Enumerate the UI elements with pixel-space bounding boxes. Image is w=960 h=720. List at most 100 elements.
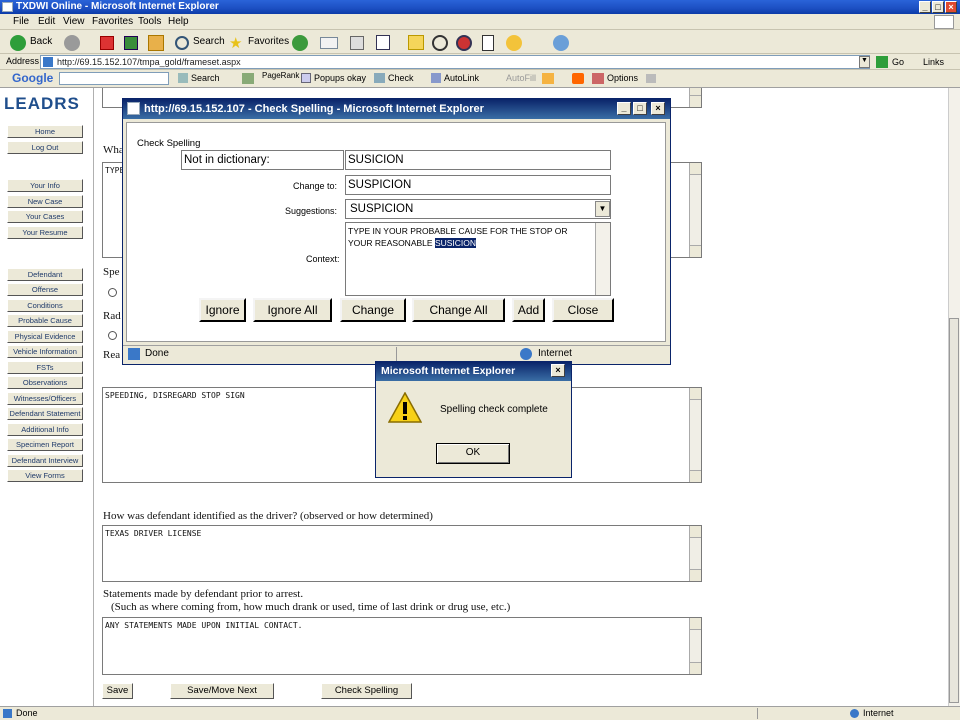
search-button[interactable]: Search bbox=[193, 33, 225, 51]
pagerank-label[interactable]: PageRank bbox=[262, 71, 299, 80]
warning-icon bbox=[388, 392, 422, 423]
nav-additional-info[interactable]: Additional Info bbox=[7, 423, 83, 436]
options-button[interactable]: Options bbox=[607, 73, 638, 83]
nav-defendant[interactable]: Defendant bbox=[7, 268, 83, 281]
forward-arrow-icon[interactable] bbox=[64, 35, 80, 51]
options-icon bbox=[592, 73, 604, 84]
smiley-icon[interactable] bbox=[506, 35, 522, 51]
autofill-button[interactable]: AutoFill bbox=[506, 73, 536, 83]
radar-radio[interactable] bbox=[108, 331, 117, 340]
close-button[interactable]: × bbox=[945, 1, 957, 13]
speed-radio[interactable] bbox=[108, 288, 117, 297]
refresh-icon[interactable] bbox=[124, 36, 138, 50]
ignore-button[interactable]: Ignore bbox=[199, 298, 246, 322]
mail-icon[interactable] bbox=[320, 37, 338, 49]
save-button[interactable]: Save bbox=[102, 683, 133, 699]
nav-offense[interactable]: Offense bbox=[7, 283, 83, 296]
spell-status-panels bbox=[396, 347, 516, 361]
blogger-icon[interactable] bbox=[572, 73, 584, 84]
go-arrow-icon[interactable] bbox=[876, 56, 888, 68]
context-scrollbar[interactable] bbox=[595, 223, 610, 295]
folder-icon[interactable] bbox=[408, 35, 424, 50]
menu-view[interactable]: View bbox=[63, 16, 85, 27]
menu-tools[interactable]: Tools bbox=[138, 16, 161, 27]
print-icon[interactable] bbox=[350, 36, 364, 50]
ignore-all-button[interactable]: Ignore All bbox=[253, 298, 332, 322]
spell-dialog-minimize-button[interactable]: _ bbox=[617, 102, 631, 115]
context-box[interactable]: TYPE IN YOUR PROBABLE CAUSE FOR THE STOP… bbox=[345, 222, 611, 296]
minimize-button[interactable]: _ bbox=[919, 1, 931, 13]
go-button[interactable]: Go bbox=[892, 57, 904, 67]
nav-home[interactable]: Home bbox=[7, 125, 83, 138]
nav-fsts[interactable]: FSTs bbox=[7, 361, 83, 374]
messenger-icon[interactable] bbox=[456, 35, 472, 51]
edit-word-icon[interactable] bbox=[376, 35, 390, 50]
history-icon[interactable] bbox=[292, 35, 308, 51]
change-button[interactable]: Change bbox=[340, 298, 406, 322]
change-to-label: Change to: bbox=[293, 181, 338, 191]
address-input[interactable]: http://69.15.152.107/tmpa_gold/frameset.… bbox=[40, 55, 870, 69]
nav-physical-evidence[interactable]: Physical Evidence bbox=[7, 330, 83, 343]
search-icon[interactable] bbox=[175, 36, 189, 50]
statements-textarea[interactable]: ANY STATEMENTS MADE UPON INITIAL CONTACT… bbox=[102, 617, 702, 675]
change-to-input[interactable]: SUSPICION bbox=[345, 175, 611, 195]
add-button[interactable]: Add bbox=[512, 298, 545, 322]
google-search-icon[interactable] bbox=[178, 73, 188, 83]
menu-file[interactable]: File bbox=[13, 16, 29, 27]
stop-icon[interactable] bbox=[100, 36, 114, 50]
nav-probable-cause[interactable]: Probable Cause bbox=[7, 314, 83, 327]
highlighter-icon[interactable] bbox=[646, 74, 656, 83]
change-all-button[interactable]: Change All bbox=[412, 298, 505, 322]
nav-conditions[interactable]: Conditions bbox=[7, 299, 83, 312]
links-button[interactable]: Links bbox=[923, 57, 944, 67]
phone-icon[interactable] bbox=[482, 35, 494, 51]
nav-defendant-interview[interactable]: Defendant Interview bbox=[7, 454, 83, 467]
address-dropdown-icon[interactable]: ▼ bbox=[859, 56, 870, 68]
autolink-button[interactable]: AutoLink bbox=[444, 73, 479, 83]
alert-close-button[interactable]: × bbox=[551, 364, 565, 377]
leadrs-logo: LEADRS bbox=[4, 94, 80, 113]
autolink-icon bbox=[431, 73, 441, 83]
nav-new-case[interactable]: New Case bbox=[7, 195, 83, 208]
bookmark-icon[interactable] bbox=[542, 73, 554, 84]
nav-your-cases[interactable]: Your Cases bbox=[7, 210, 83, 223]
favorites-button[interactable]: Favorites bbox=[248, 33, 289, 51]
check-spelling-button[interactable]: Check Spelling bbox=[321, 683, 412, 699]
page-scrollbar-thumb[interactable] bbox=[949, 318, 959, 703]
suggestions-dropdown-icon[interactable]: ▼ bbox=[595, 201, 610, 217]
nav-witnesses-officers[interactable]: Witnesses/Officers bbox=[7, 392, 83, 405]
favorites-star-icon[interactable]: ★ bbox=[229, 34, 242, 52]
menu-favorites[interactable]: Favorites bbox=[92, 16, 133, 27]
google-search-input[interactable] bbox=[59, 72, 169, 85]
nav-specimen-report[interactable]: Specimen Report bbox=[7, 438, 83, 451]
google-search-button[interactable]: Search bbox=[191, 73, 220, 83]
maximize-button[interactable]: □ bbox=[932, 1, 944, 13]
nav-vehicle-information[interactable]: Vehicle Information bbox=[7, 345, 83, 358]
alert-ok-button[interactable]: OK bbox=[436, 443, 510, 464]
media-icon[interactable] bbox=[432, 35, 448, 51]
save-move-next-button[interactable]: Save/Move Next bbox=[170, 683, 274, 699]
menu-edit[interactable]: Edit bbox=[38, 16, 55, 27]
nav-logout[interactable]: Log Out bbox=[7, 141, 83, 154]
back-button[interactable]: Back bbox=[30, 33, 52, 51]
back-arrow-icon[interactable] bbox=[10, 35, 26, 51]
google-logo[interactable]: Google bbox=[12, 71, 53, 85]
identified-textarea[interactable]: TEXAS DRIVER LICENSE bbox=[102, 525, 702, 582]
menu-help[interactable]: Help bbox=[168, 16, 189, 27]
close-dialog-button[interactable]: Close bbox=[552, 298, 614, 322]
popups-button[interactable]: Popups okay bbox=[314, 73, 366, 83]
spell-dialog-maximize-button[interactable]: □ bbox=[633, 102, 647, 115]
nav-view-forms[interactable]: View Forms bbox=[7, 469, 83, 482]
nav-observations[interactable]: Observations bbox=[7, 376, 83, 389]
spell-dialog-close-button[interactable]: × bbox=[651, 102, 665, 115]
nav-your-info[interactable]: Your Info bbox=[7, 179, 83, 192]
nav-defendant-statement[interactable]: Defendant Statement bbox=[7, 407, 83, 420]
home-icon[interactable] bbox=[148, 35, 164, 51]
identified-textarea-text: TEXAS DRIVER LICENSE bbox=[105, 529, 202, 538]
suggestions-select[interactable]: SUSPICION bbox=[345, 199, 611, 219]
statements-textarea-text: ANY STATEMENTS MADE UPON INITIAL CONTACT… bbox=[105, 621, 303, 630]
google-toolbar: Google Search PageRank Popups okay Check… bbox=[0, 70, 960, 88]
check-button[interactable]: Check bbox=[388, 73, 414, 83]
people-icon[interactable] bbox=[553, 35, 569, 51]
nav-your-resume[interactable]: Your Resume bbox=[7, 226, 83, 239]
